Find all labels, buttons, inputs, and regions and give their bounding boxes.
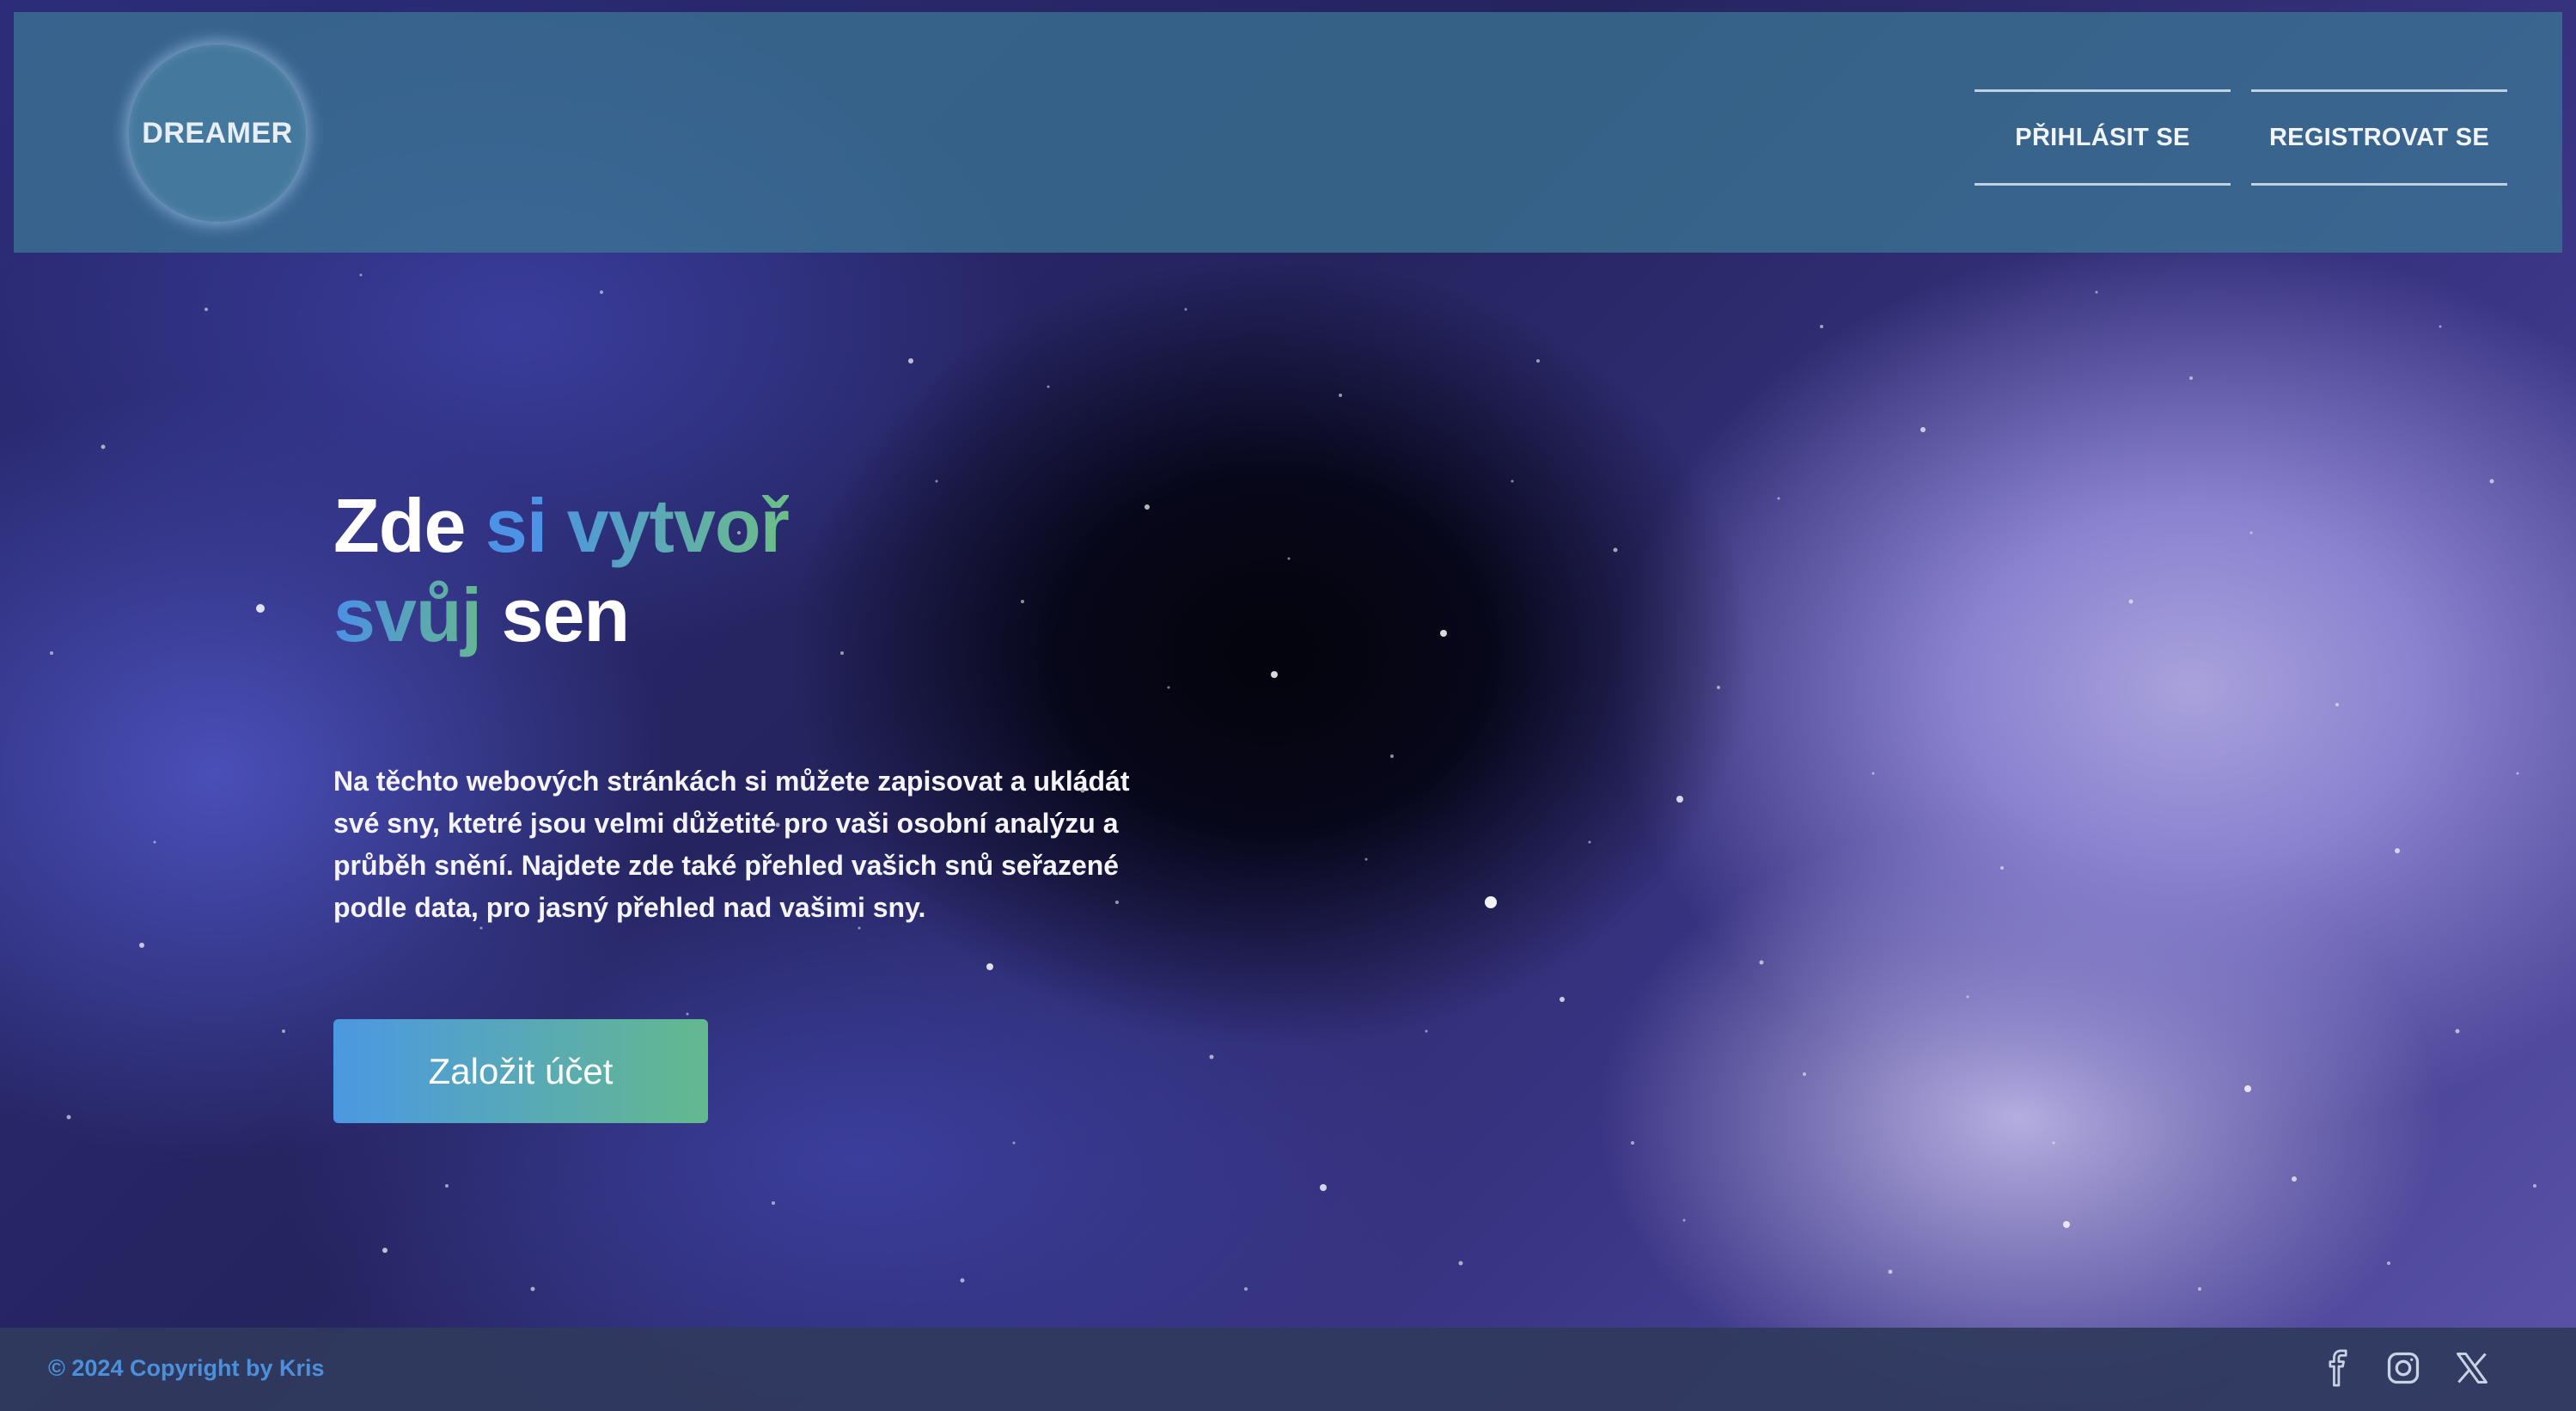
dreamer-logo[interactable]: DREAMER: [129, 45, 306, 222]
hero-description: Na těchto webových stránkách si můžete z…: [333, 766, 1130, 923]
login-button[interactable]: PŘIHLÁSIT SE: [1975, 89, 2231, 186]
hero-title-word: sen: [501, 572, 631, 657]
hero-title: Zde si vytvoř svůj sen: [333, 481, 790, 660]
hero-title-word-accent: si: [485, 483, 547, 568]
copyright-text: © 2024 Copyright by Kris: [48, 1355, 325, 1381]
page: DREAMER PŘIHLÁSIT SE REGISTROVAT SE Zde …: [0, 0, 2576, 1411]
hero-title-word-accent: vytvoř: [566, 483, 790, 568]
facebook-icon[interactable]: [2317, 1347, 2359, 1390]
instagram-icon[interactable]: [2382, 1347, 2425, 1390]
footer: © 2024 Copyright by Kris: [0, 1328, 2576, 1411]
logo-text: DREAMER: [142, 116, 293, 150]
create-account-button[interactable]: Založit účet: [333, 1019, 708, 1123]
top-navigation-bar: DREAMER PŘIHLÁSIT SE REGISTROVAT SE: [14, 12, 2562, 253]
x-twitter-icon[interactable]: [2451, 1347, 2494, 1390]
hero-title-word-accent: svůj: [333, 572, 482, 657]
register-button[interactable]: REGISTROVAT SE: [2251, 89, 2507, 186]
hero-title-word: Zde: [333, 483, 466, 568]
